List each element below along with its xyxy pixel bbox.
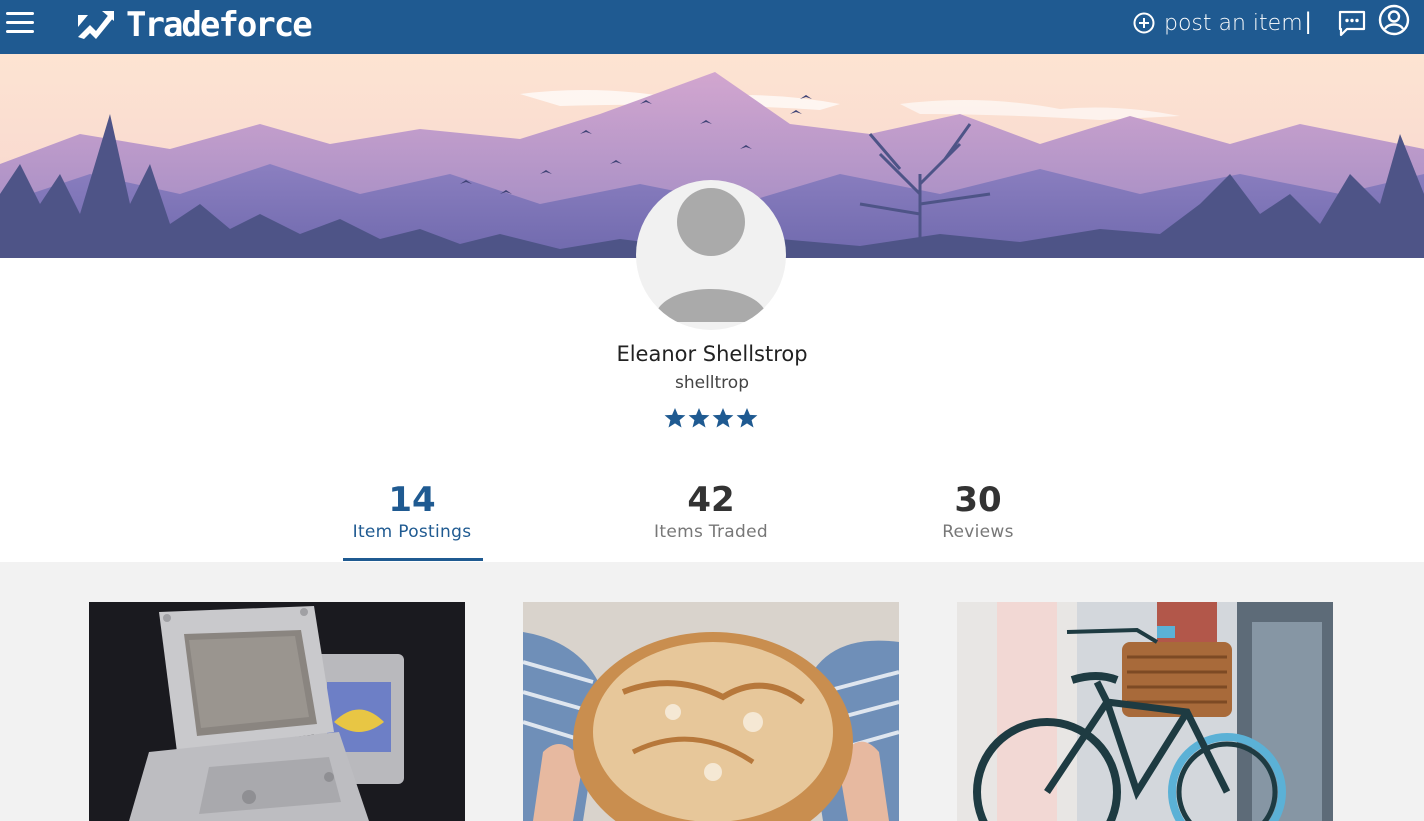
items-traded-count: 42	[687, 480, 735, 520]
default-user-icon	[654, 188, 768, 322]
reviews-label: Reviews	[942, 522, 1014, 542]
item-card-bread[interactable]	[523, 602, 899, 821]
top-navigation-bar: Tradeforce post an item |	[0, 0, 1424, 54]
tab-reviews[interactable]: 30 Reviews	[868, 478, 1088, 542]
game-boy-advance-sp-photo	[89, 602, 465, 821]
item-card-game-boy[interactable]	[89, 602, 465, 821]
profile-full-name: Eleanor Shellstrop	[616, 342, 808, 366]
star-icon	[712, 408, 734, 428]
item-card-bicycle[interactable]	[957, 602, 1333, 821]
star-icon	[688, 408, 710, 428]
rating-stars	[663, 406, 763, 432]
tradeforce-logo-icon	[78, 11, 114, 39]
header-divider: |	[1305, 8, 1312, 35]
star-icon	[736, 408, 758, 428]
reviews-count: 30	[954, 480, 1002, 520]
item-postings-label: Item Postings	[352, 522, 472, 542]
active-tab-indicator	[343, 558, 483, 561]
post-item-label: post an item	[1164, 10, 1303, 36]
items-traded-label: Items Traded	[654, 522, 768, 542]
brand-logo[interactable]: Tradeforce	[76, 3, 313, 47]
bicycle-with-basket-photo	[957, 602, 1333, 821]
hamburger-menu-icon[interactable]	[6, 12, 34, 34]
item-postings-count: 14	[388, 480, 436, 520]
tab-items-traded[interactable]: 42 Items Traded	[601, 478, 821, 542]
avatar[interactable]	[636, 180, 786, 330]
tab-item-postings[interactable]: 14 Item Postings	[302, 478, 522, 542]
account-circle-icon[interactable]	[1378, 4, 1410, 36]
profile-username: shelltrop	[674, 373, 749, 393]
bread-loaf-photo	[523, 602, 899, 821]
add-circle-icon	[1133, 12, 1155, 34]
messages-icon[interactable]	[1337, 8, 1367, 38]
star-icon	[664, 408, 686, 428]
post-item-button[interactable]: post an item	[1133, 8, 1303, 38]
brand-name: Tradeforce	[126, 5, 313, 45]
